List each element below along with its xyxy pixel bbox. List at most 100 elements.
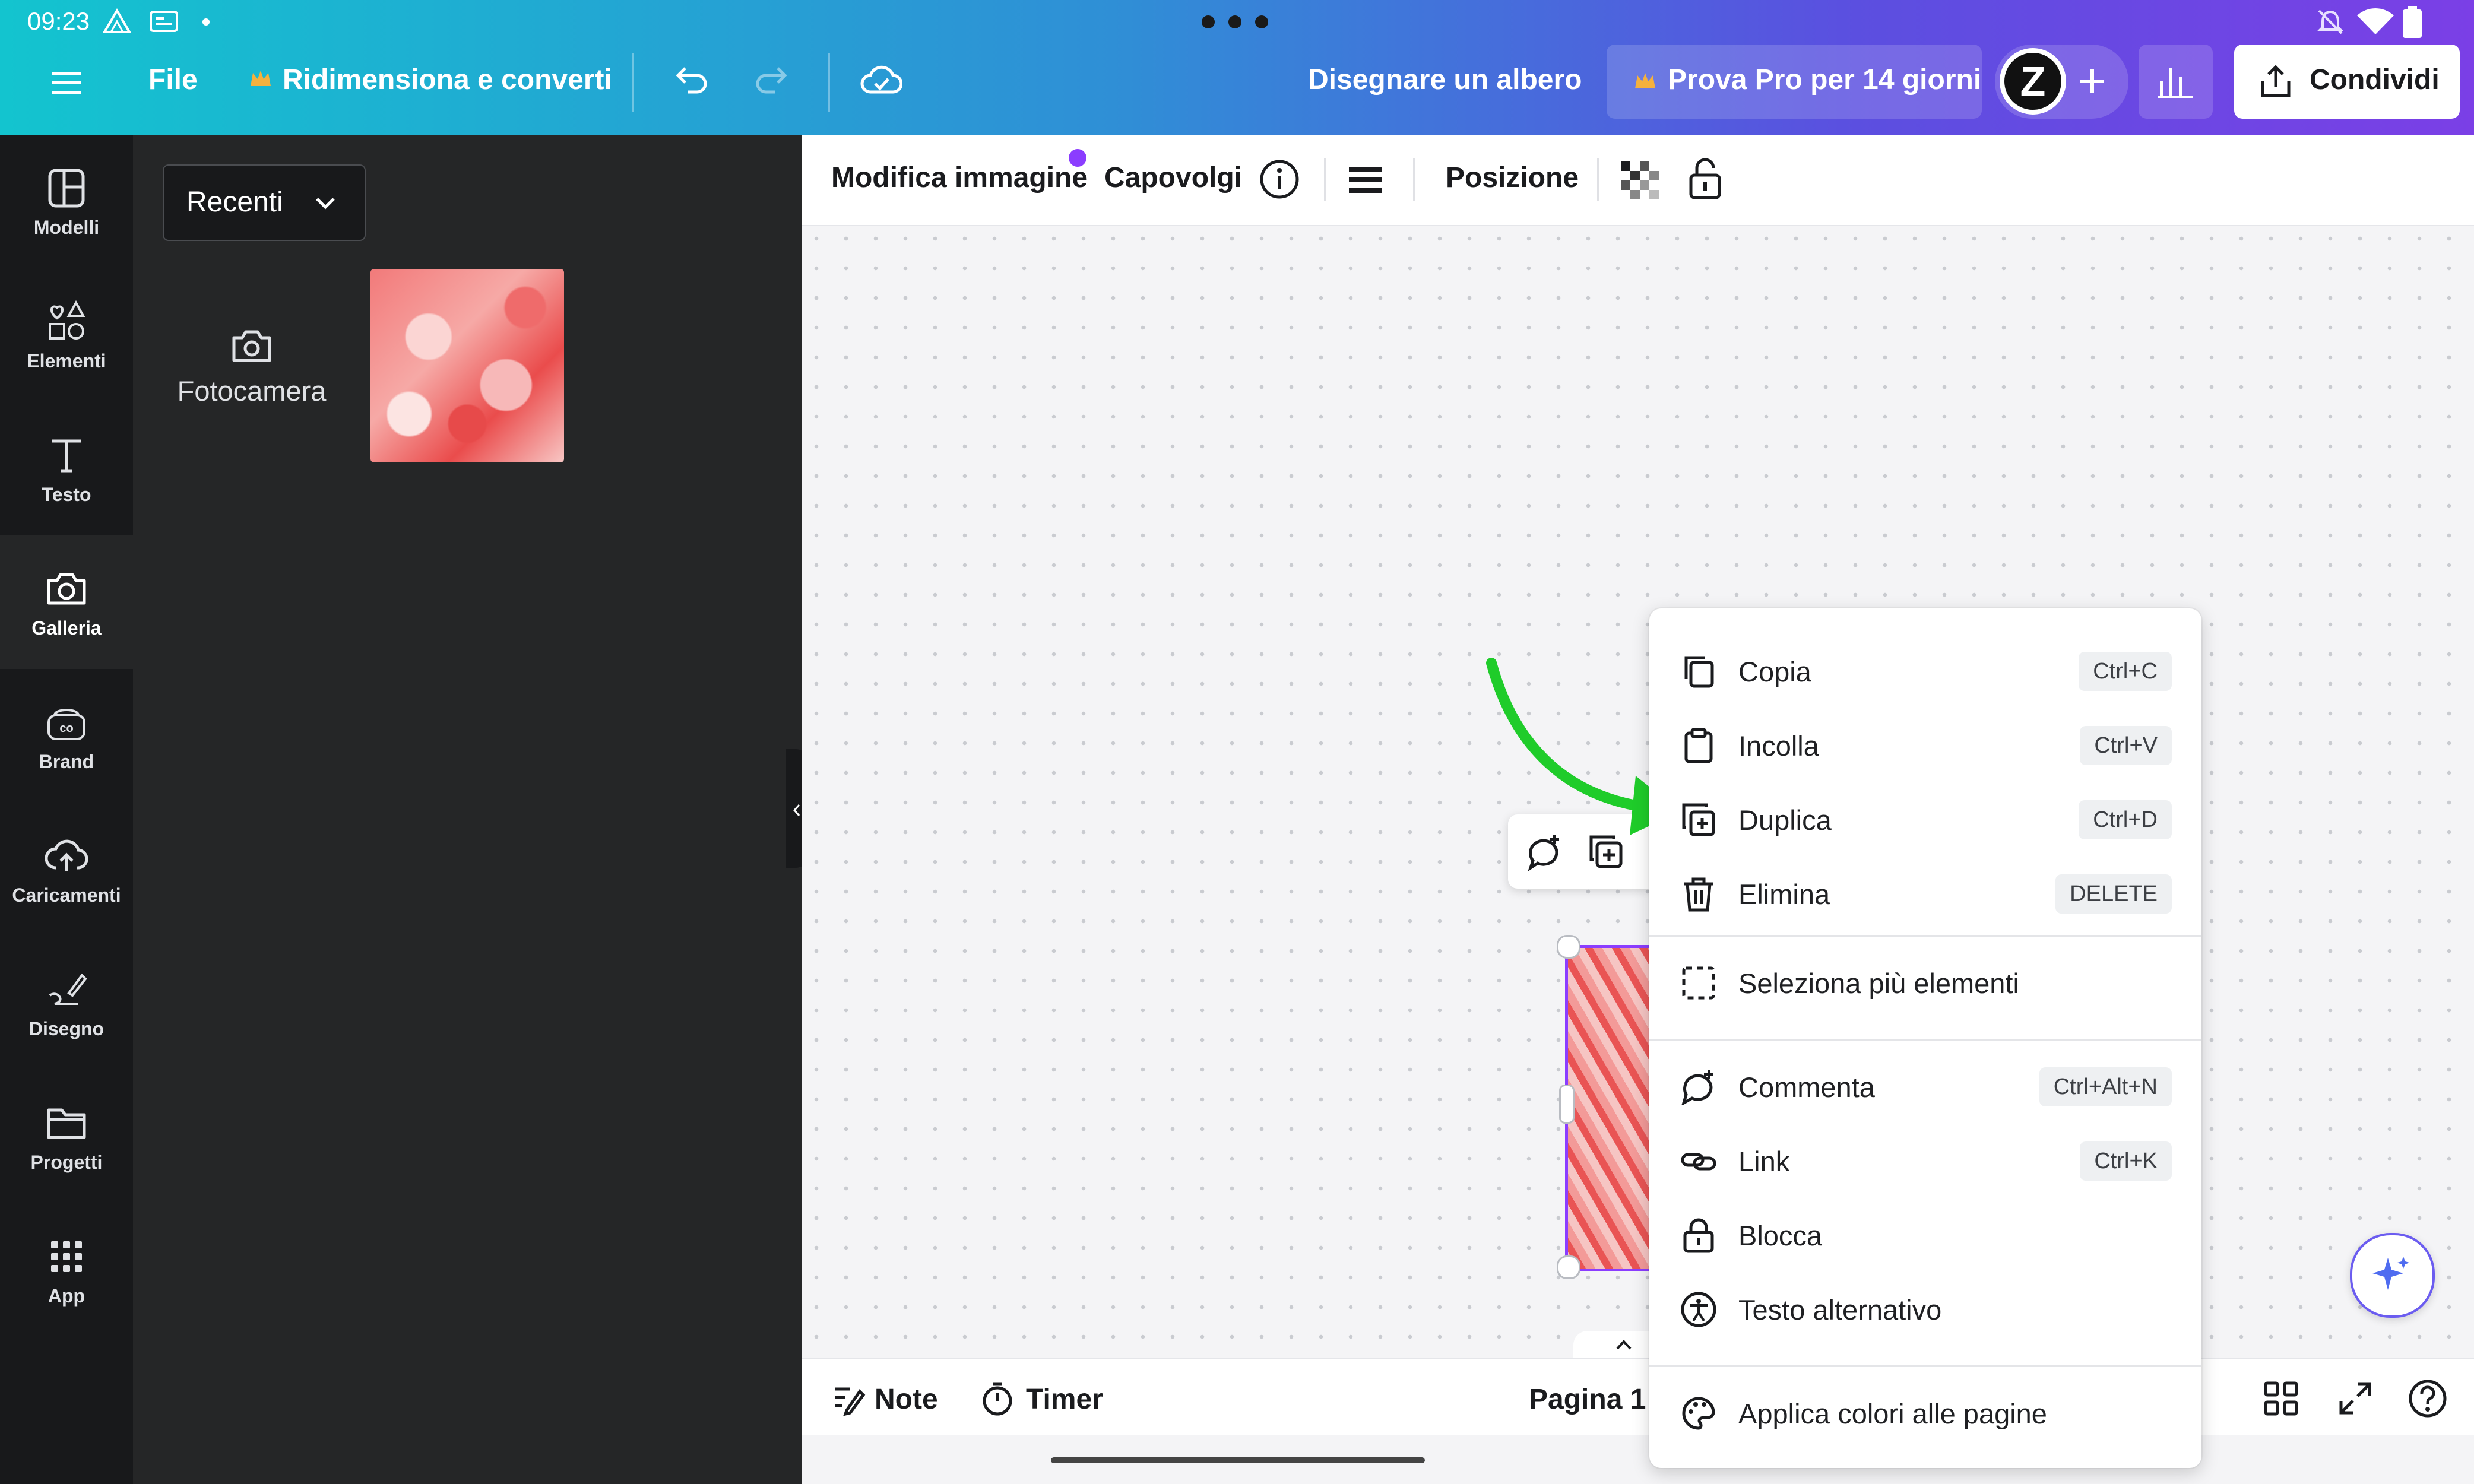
- menu-item-label: Elimina: [1738, 879, 1830, 910]
- menu-item-label: Applica colori alle pagine: [1738, 1398, 2047, 1429]
- menu-icon[interactable]: [50, 66, 83, 99]
- menu-item-label: Commenta: [1738, 1071, 1875, 1103]
- menu-item-incolla[interactable]: Incolla Ctrl+V: [1649, 708, 2201, 782]
- palette-icon: [1680, 1395, 1717, 1432]
- sidebar-item-modelli[interactable]: Modelli: [0, 135, 133, 268]
- design-canvas[interactable]: [802, 135, 2474, 1484]
- menu-item-link[interactable]: Link Ctrl+K: [1649, 1124, 2201, 1198]
- recent-image-thumbnail[interactable]: [370, 269, 564, 462]
- menu-separator: [1649, 1365, 2201, 1367]
- help-icon[interactable]: [2408, 1378, 2448, 1419]
- menu-item-commenta[interactable]: Commenta Ctrl+Alt+N: [1649, 1049, 2201, 1124]
- menu-item-shortcut: Ctrl+K: [2080, 1141, 2172, 1181]
- chevron-up-icon: [1615, 1338, 1633, 1351]
- design-title[interactable]: Disegnare un albero: [1308, 64, 1582, 96]
- recent-dropdown[interactable]: Recenti: [163, 164, 366, 241]
- menu-item-label: Duplica: [1738, 804, 1832, 836]
- sidebar-item-label: Brand: [39, 751, 94, 772]
- sidebar-item-label: Progetti: [30, 1152, 103, 1173]
- notes-label: Note: [875, 1384, 938, 1415]
- info-icon[interactable]: [1259, 158, 1300, 200]
- gesture-area: [802, 1435, 2474, 1484]
- sidebar-item-label: Disegno: [28, 1018, 104, 1039]
- clipboard-icon: [1680, 727, 1717, 764]
- trash-icon: [1680, 876, 1717, 912]
- grid-view-icon[interactable]: [2262, 1380, 2300, 1418]
- resize-handle[interactable]: [1557, 1255, 1580, 1279]
- menu-item-label: Seleziona più elementi: [1738, 968, 2019, 999]
- pro-trial-label: Prova Pro per 14 giorni: [1668, 64, 1982, 96]
- camera-icon: [230, 327, 273, 364]
- add-collaborator-icon[interactable]: [2077, 66, 2108, 97]
- multi-select-icon: [1680, 965, 1717, 1001]
- resize-label: Ridimensiona e converti: [283, 64, 612, 96]
- menu-item-shortcut: Ctrl+Alt+N: [2039, 1067, 2172, 1106]
- top-app-bar: File Ridimensiona e converti Disegnare u…: [0, 45, 2474, 135]
- menu-separator: [1649, 1039, 2201, 1041]
- pro-trial-button[interactable]: Prova Pro per 14 giorni: [1607, 45, 1982, 119]
- home-indicator[interactable]: [1051, 1457, 1425, 1463]
- undo-icon[interactable]: [667, 61, 709, 103]
- menu-item-shortcut: DELETE: [2055, 874, 2172, 914]
- sidebar-item-galleria[interactable]: Galleria: [0, 535, 133, 669]
- sidebar-item-label: Galleria: [31, 617, 102, 639]
- mute-icon: [2315, 7, 2345, 37]
- sidebar-item-progetti[interactable]: Progetti: [0, 1070, 133, 1203]
- sidebar-item-elementi[interactable]: Elementi: [0, 268, 133, 402]
- collaborators-group: Z: [1995, 45, 2128, 119]
- unlock-icon[interactable]: [1686, 156, 1724, 201]
- menu-item-label: Link: [1738, 1146, 1790, 1177]
- menu-item-testo-alternativo[interactable]: Testo alternativo: [1649, 1272, 2201, 1346]
- sidebar-item-brand[interactable]: co Brand: [0, 669, 133, 803]
- border-style-icon[interactable]: [1347, 161, 1385, 199]
- position-button[interactable]: Posizione: [1446, 161, 1579, 194]
- notes-icon: [830, 1381, 866, 1416]
- menu-item-seleziona-piu-elementi[interactable]: Seleziona più elementi: [1649, 946, 2201, 1020]
- menu-item-elimina[interactable]: Elimina DELETE: [1649, 857, 2201, 931]
- camera-button[interactable]: Fotocamera: [163, 269, 341, 462]
- dropdown-value: Recenti: [186, 186, 283, 218]
- menu-item-label: Copia: [1738, 656, 1811, 687]
- notification-dot-icon: [202, 18, 210, 26]
- sidebar-item-testo[interactable]: Testo: [0, 402, 133, 535]
- brand-icon: co: [43, 699, 90, 746]
- menu-item-applica-colori[interactable]: Applica colori alle pagine: [1649, 1376, 2201, 1450]
- share-label: Condividi: [2310, 64, 2440, 96]
- avatar[interactable]: Z: [2000, 48, 2066, 115]
- transparency-icon[interactable]: [1621, 161, 1659, 199]
- sidebar-item-label: App: [47, 1285, 85, 1307]
- page-indicator[interactable]: Pagina 1 /: [1529, 1383, 1662, 1416]
- insights-button[interactable]: [2139, 45, 2213, 119]
- file-menu-button[interactable]: File: [148, 64, 198, 96]
- cloud-saved-icon[interactable]: [860, 62, 902, 98]
- lock-icon: [1680, 1217, 1717, 1254]
- menu-item-duplica[interactable]: Duplica Ctrl+D: [1649, 782, 2201, 857]
- magic-assistant-button[interactable]: [2350, 1233, 2435, 1318]
- camera-icon: [43, 565, 90, 613]
- svg-text:co: co: [59, 722, 73, 735]
- status-bar: 09:23: [0, 0, 2474, 45]
- menu-item-copia[interactable]: Copia Ctrl+C: [1649, 634, 2201, 708]
- menu-item-blocca[interactable]: Blocca: [1649, 1198, 2201, 1272]
- sidebar-item-caricamenti[interactable]: Caricamenti: [0, 803, 133, 936]
- menu-item-shortcut: Ctrl+V: [2080, 726, 2172, 765]
- sidebar-item-disegno[interactable]: Disegno: [0, 936, 133, 1070]
- edit-image-button[interactable]: Modifica immagine: [831, 161, 1088, 194]
- elements-icon: [43, 298, 90, 345]
- menu-item-label: Testo alternativo: [1738, 1294, 1942, 1326]
- resize-handle[interactable]: [1559, 1085, 1575, 1124]
- avatar-letter: Z: [2020, 58, 2046, 104]
- drive-icon: [102, 8, 132, 36]
- screenshot-icon: [150, 11, 178, 32]
- multitask-dots-icon[interactable]: [1199, 13, 1271, 31]
- sidebar-item-app[interactable]: App: [0, 1203, 133, 1337]
- fullscreen-icon[interactable]: [2336, 1380, 2374, 1418]
- share-button[interactable]: Condividi: [2234, 45, 2460, 119]
- duplicate-icon: [1680, 801, 1717, 838]
- resize-handle[interactable]: [1557, 935, 1580, 959]
- copy-icon: [1680, 653, 1717, 690]
- battery-icon: [2402, 6, 2423, 39]
- flip-button[interactable]: Capovolgi: [1104, 161, 1242, 194]
- text-icon: [43, 432, 90, 479]
- redo-icon[interactable]: [754, 61, 796, 103]
